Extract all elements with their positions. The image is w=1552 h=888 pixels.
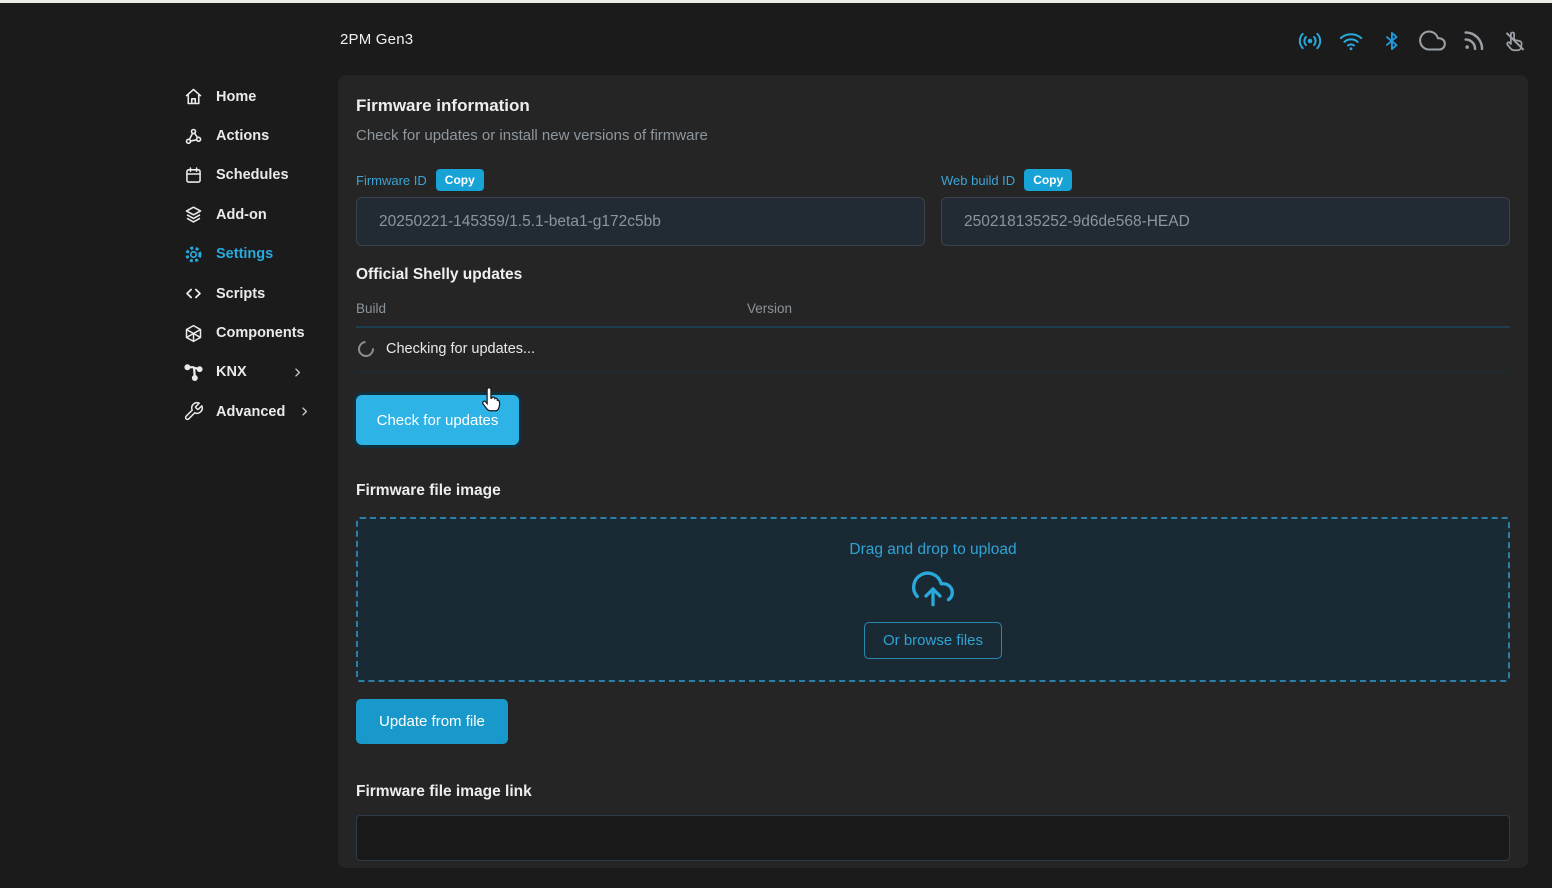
sidebar-item-label: Advanced [216, 404, 285, 420]
sidebar-item-label: Components [216, 325, 305, 341]
mqtt-rss-icon[interactable] [1460, 27, 1487, 54]
code-icon [183, 283, 204, 304]
updates-status-row: Checking for updates... [356, 328, 1510, 372]
copy-firmware-id-button[interactable]: Copy [436, 169, 484, 191]
sidebar-item-label: Add-on [216, 207, 267, 223]
updates-status-text: Checking for updates... [386, 341, 535, 357]
bluetooth-icon[interactable] [1378, 27, 1405, 54]
upload-cloud-icon [910, 568, 956, 610]
wrench-icon [183, 401, 204, 422]
section-subtitle: Check for updates or install new version… [356, 127, 1510, 144]
cube-icon [183, 323, 204, 344]
update-from-file-button[interactable]: Update from file [356, 699, 508, 744]
sidebar-item-label: Schedules [216, 167, 289, 183]
dropzone-text: Drag and drop to upload [849, 541, 1016, 559]
section-title-firmware-information: Firmware information [356, 96, 1510, 116]
gear-icon [183, 244, 204, 265]
firmware-id-label: Firmware ID [356, 173, 427, 188]
firmware-file-image-title: Firmware file image [356, 482, 1510, 500]
browse-files-button[interactable]: Or browse files [864, 622, 1002, 659]
chevron-right-icon [290, 365, 305, 380]
sidebar-item-advanced[interactable]: Advanced [183, 392, 305, 431]
firmware-file-link-title: Firmware file image link [356, 783, 1510, 801]
web-build-id-label: Web build ID [941, 173, 1015, 188]
column-header-version: Version [747, 301, 1510, 316]
id-row: Firmware ID Copy Web build ID Copy [356, 169, 1510, 246]
sidebar-item-addon[interactable]: Add-on [183, 195, 305, 234]
ap-mode-icon[interactable] [1296, 27, 1323, 54]
sidebar-item-label: Actions [216, 128, 269, 144]
firmware-id-field: Firmware ID Copy [356, 169, 925, 246]
column-header-build: Build [356, 301, 747, 316]
updates-table-header: Build Version [356, 301, 1510, 328]
loading-spinner-icon [355, 338, 378, 361]
firmware-link-input[interactable] [356, 815, 1510, 861]
sidebar-item-knx[interactable]: KNX [183, 353, 305, 392]
cloud-icon[interactable] [1419, 27, 1446, 54]
calendar-icon [183, 165, 204, 186]
actions-molecule-icon [183, 126, 204, 147]
firmware-id-input[interactable] [356, 197, 925, 246]
file-dropzone[interactable]: Drag and drop to upload Or browse files [356, 517, 1510, 682]
official-updates-title: Official Shelly updates [356, 266, 1510, 284]
app-screen: 2PM Gen3 [0, 0, 1552, 888]
sidebar-item-schedules[interactable]: Schedules [183, 156, 305, 195]
web-build-id-input[interactable] [941, 197, 1510, 246]
copy-web-build-id-button[interactable]: Copy [1024, 169, 1072, 191]
status-icon-bar [1296, 27, 1528, 54]
hand-disabled-icon[interactable] [1501, 27, 1528, 54]
sidebar: Home Actions Schedules [183, 77, 305, 432]
sidebar-item-actions[interactable]: Actions [183, 116, 305, 155]
sidebar-item-scripts[interactable]: Scripts [183, 274, 305, 313]
home-icon [183, 86, 204, 107]
sidebar-item-label: Settings [216, 246, 273, 262]
sidebar-item-settings[interactable]: Settings [183, 235, 305, 274]
wifi-icon[interactable] [1337, 27, 1364, 54]
device-title: 2PM Gen3 [340, 31, 413, 48]
sidebar-item-components[interactable]: Components [183, 313, 305, 352]
sidebar-item-label: Scripts [216, 286, 265, 302]
firmware-settings-panel: Firmware information Check for updates o… [338, 75, 1528, 868]
layers-icon [183, 204, 204, 225]
top-strip [0, 0, 1552, 3]
share-nodes-icon [183, 362, 204, 383]
web-build-id-field: Web build ID Copy [941, 169, 1510, 246]
sidebar-item-label: Home [216, 89, 256, 105]
check-for-updates-button[interactable]: Check for updates [356, 395, 519, 445]
chevron-right-icon [297, 404, 312, 419]
sidebar-item-home[interactable]: Home [183, 77, 305, 116]
sidebar-item-label: KNX [216, 364, 247, 380]
